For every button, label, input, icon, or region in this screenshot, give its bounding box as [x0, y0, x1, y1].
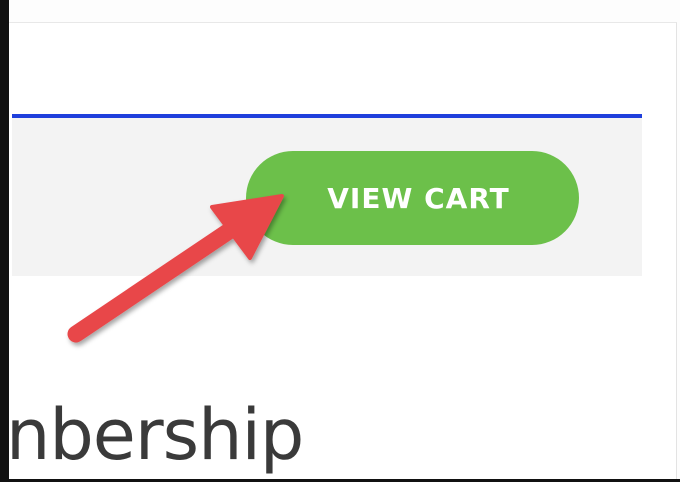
page-heading-fragment: nbership — [6, 394, 304, 476]
window-edge — [0, 0, 9, 482]
page: VIEW CART nbership — [0, 0, 680, 482]
view-cart-button[interactable]: VIEW CART — [246, 151, 579, 245]
